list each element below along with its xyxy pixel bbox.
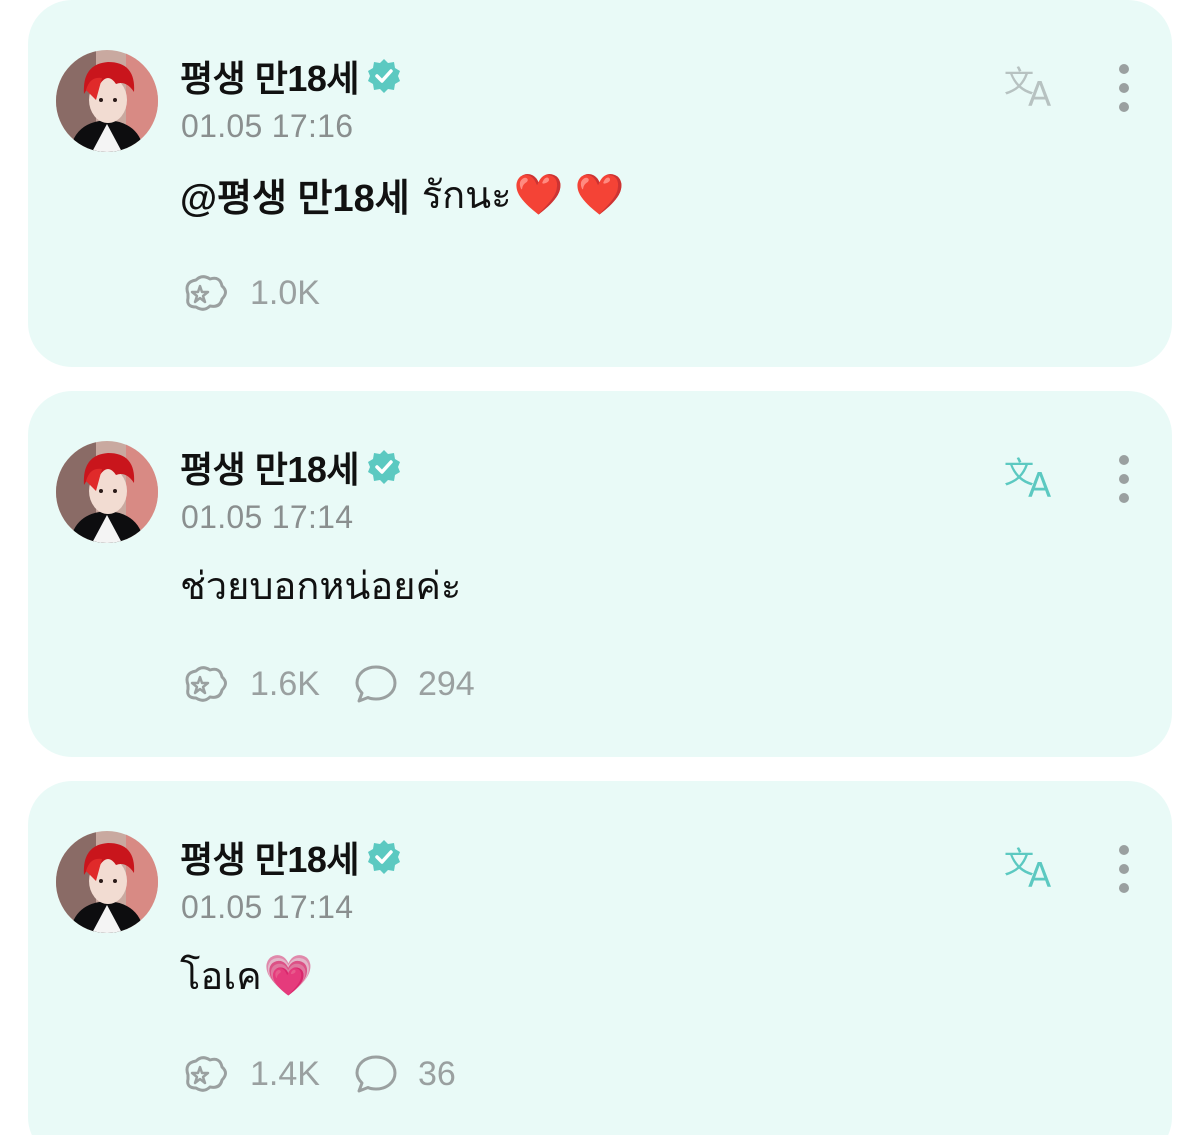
verified-badge-icon [365, 57, 403, 95]
translate-icon: 文 A [1004, 65, 1051, 115]
translate-icon: 文 A [1004, 846, 1051, 896]
author-name[interactable]: 평생 만18세 [180, 441, 360, 493]
like-icon [185, 275, 227, 311]
comment-feed: 평생 만18세 01.05 17:16 @평생 만18세 รักนะ ❤️ ❤️… [0, 0, 1200, 1135]
post-card[interactable]: 평생 만18세 01.05 17:16 @평생 만18세 รักนะ ❤️ ❤️… [28, 0, 1172, 367]
stats-row: 1.6K 294 [180, 659, 509, 709]
comment-body: โอเค [180, 956, 262, 998]
more-options-button[interactable] [1110, 453, 1138, 505]
pink-heart-emoji: 💗 [263, 954, 314, 998]
verified-badge-icon [365, 448, 403, 486]
more-dot [1119, 864, 1129, 874]
like-stat[interactable]: 1.6K [180, 663, 320, 705]
translate-button[interactable]: 文 A [1002, 839, 1062, 896]
more-dot [1119, 474, 1129, 484]
like-icon [185, 1056, 227, 1092]
like-stat[interactable]: 1.0K [180, 272, 320, 314]
author-row: 평생 만18세 [180, 831, 403, 883]
like-count: 1.6K [250, 664, 320, 703]
comment-stat[interactable]: 36 [354, 1053, 456, 1095]
more-options-button[interactable] [1110, 62, 1138, 114]
more-dot [1119, 102, 1129, 112]
heart-emoji: ❤️ ❤️ [513, 173, 625, 217]
translate-button[interactable]: 文 A [1002, 58, 1062, 115]
author-name[interactable]: 평생 만18세 [180, 50, 360, 102]
comment-count: 294 [417, 664, 475, 703]
author-row: 평생 만18세 [180, 441, 403, 493]
comment-bubble-icon [355, 1055, 397, 1093]
more-options-button[interactable] [1110, 843, 1138, 895]
comment-text: ช่วยบอกหน่อยค่ะ [180, 555, 461, 616]
comment-count: 36 [417, 1054, 456, 1093]
post-card[interactable]: 평생 만18세 01.05 17:14 ช่วยบอกหน่อยค่ะ 1.6K [28, 391, 1172, 757]
svg-text:A: A [1028, 856, 1051, 895]
timestamp: 01.05 17:14 [181, 499, 354, 535]
more-vertical-icon [1119, 845, 1129, 855]
translate-button[interactable]: 文 A [1002, 449, 1062, 506]
stats-row: 1.4K 36 [180, 1049, 490, 1099]
comment-body: รักนะ [421, 175, 512, 217]
avatar[interactable] [56, 831, 158, 933]
svg-text:A: A [1028, 466, 1051, 505]
comment-text: @평생 만18세 รักนะ ❤️ ❤️ [180, 164, 624, 225]
comment-body: ช่วยบอกหน่อยค่ะ [180, 566, 462, 608]
comment-bubble-icon [355, 665, 397, 703]
like-count: 1.0K [250, 273, 320, 312]
avatar[interactable] [56, 50, 158, 152]
verified-badge-icon [365, 838, 403, 876]
comment-stat[interactable]: 294 [354, 663, 475, 705]
timestamp: 01.05 17:14 [181, 889, 354, 925]
author-name[interactable]: 평생 만18세 [180, 831, 360, 883]
timestamp: 01.05 17:16 [181, 108, 354, 144]
svg-text:A: A [1028, 75, 1051, 114]
author-row: 평생 만18세 [180, 50, 403, 102]
post-card[interactable]: 평생 만18세 01.05 17:14 โอเค 💗 1.4K 36 文 A [28, 781, 1172, 1135]
more-vertical-icon [1119, 455, 1129, 465]
translate-icon: 文 A [1004, 456, 1051, 506]
more-dot [1119, 493, 1129, 503]
more-dot [1119, 883, 1129, 893]
like-count: 1.4K [250, 1054, 320, 1093]
like-stat[interactable]: 1.4K [180, 1053, 320, 1095]
like-icon [185, 666, 227, 702]
comment-text: โอเค 💗 [180, 945, 313, 1006]
more-vertical-icon [1119, 64, 1129, 74]
mention-link[interactable]: @평생 만18세 [180, 167, 410, 222]
more-dot [1119, 83, 1129, 93]
stats-row: 1.0K [180, 268, 354, 318]
avatar[interactable] [56, 441, 158, 543]
